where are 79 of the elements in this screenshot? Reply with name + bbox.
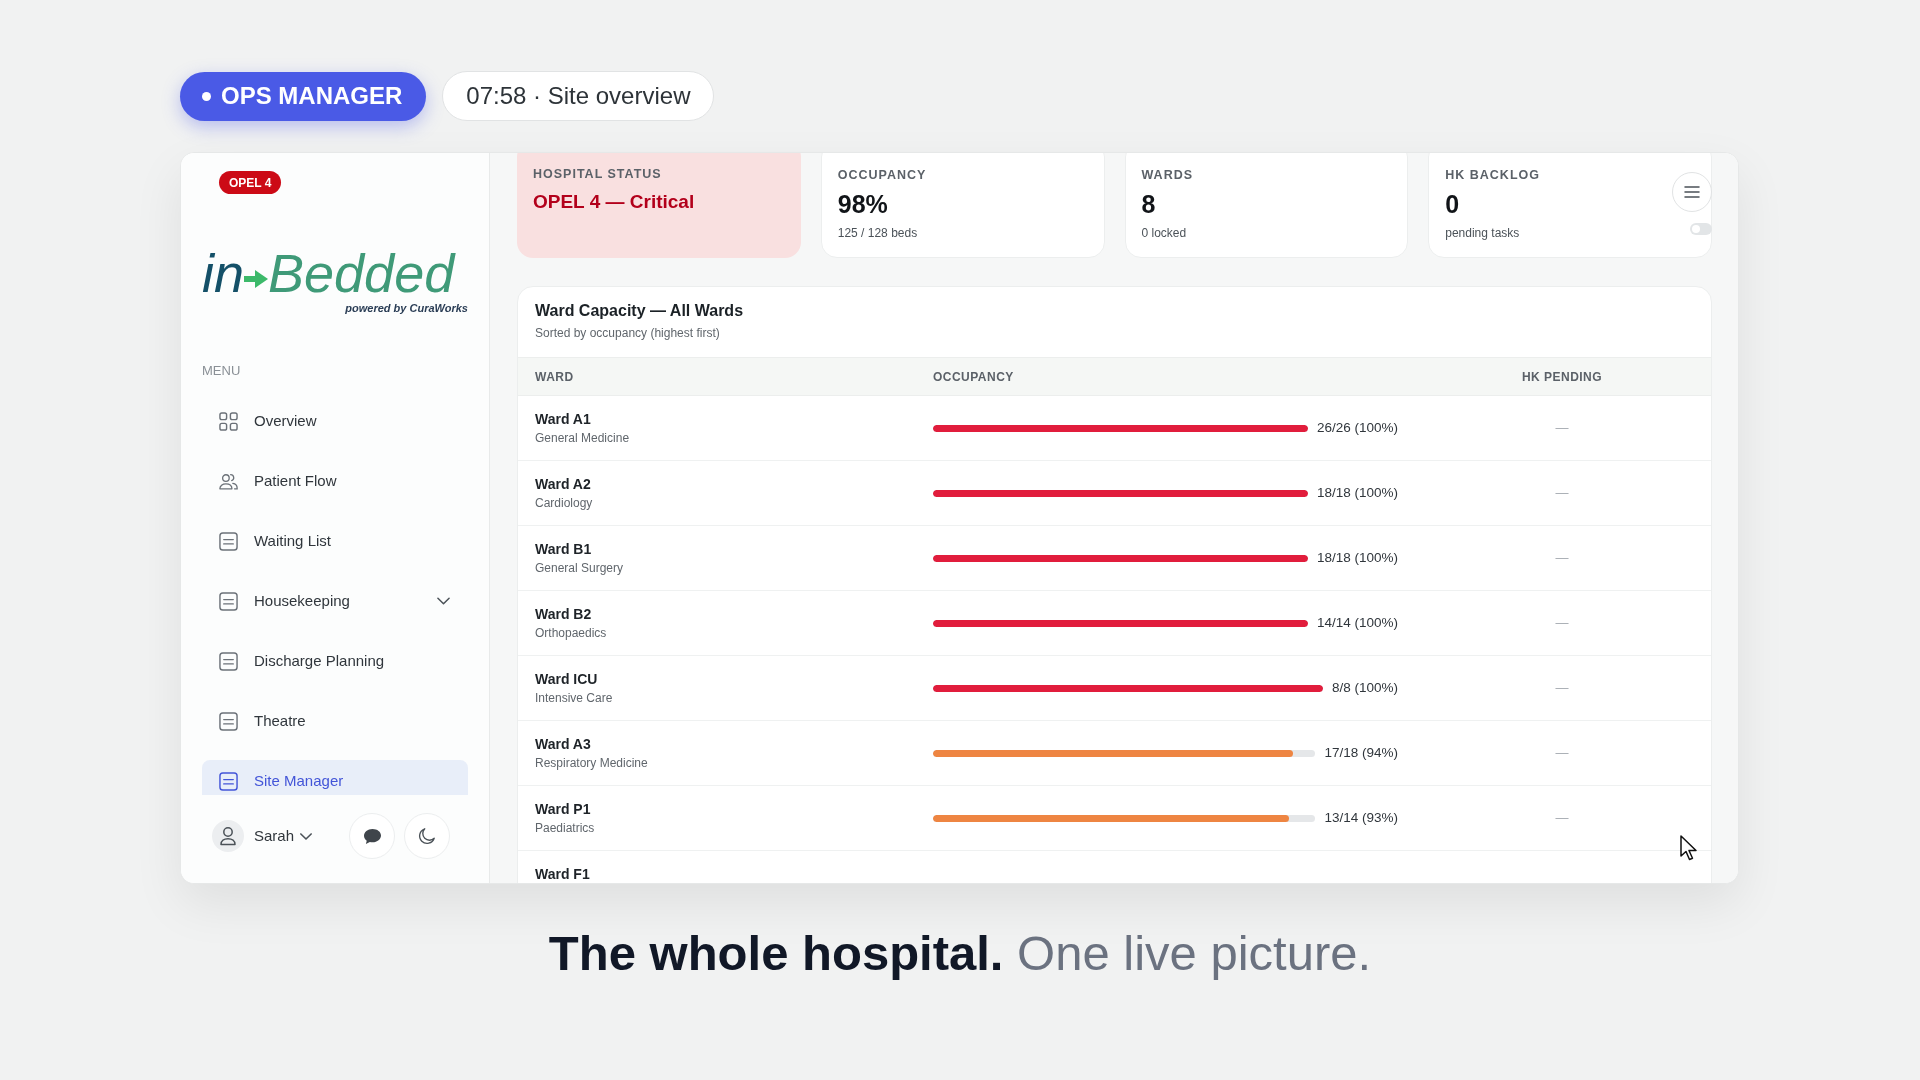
ward-department: Intensive Care	[535, 690, 614, 706]
hk-pending-value: —	[1554, 549, 1570, 568]
menu-heading: MENU	[202, 363, 242, 379]
chat-bubble-icon	[362, 827, 382, 845]
occupancy-reading: 18/18 (100%)	[1316, 548, 1398, 567]
nav-item[interactable]: Discharge Planning	[202, 640, 468, 682]
stat-label: WARDS	[1141, 167, 1194, 183]
hk-pending-value: —	[1554, 679, 1570, 698]
toggle-switch[interactable]	[1690, 223, 1712, 235]
nav-item[interactable]: Housekeeping	[202, 580, 468, 622]
tagline: The whole hospital. One live picture.	[548, 925, 1372, 982]
occupancy-reading: 14/14 (100%)	[1316, 613, 1398, 632]
user-menu-button[interactable]: Sarah	[254, 824, 313, 848]
ward-department: Respiratory Medicine	[535, 755, 649, 771]
ward-department: Paediatrics	[535, 820, 596, 836]
chat-button[interactable]	[349, 813, 396, 859]
document-icon	[219, 651, 238, 671]
chevron-down-icon	[300, 832, 313, 840]
ward-name: Ward A2	[535, 475, 592, 493]
hk-pending-value: —	[1554, 744, 1570, 763]
nav-item[interactable]: Theatre	[202, 700, 468, 742]
avatar-icon	[212, 820, 244, 852]
theme-button[interactable]	[404, 813, 451, 859]
nav-item[interactable]: Overview	[202, 400, 468, 442]
hk-pending-value: —	[1554, 419, 1570, 438]
status-badge: OPEL 4	[219, 171, 282, 194]
logo-text: in	[202, 245, 245, 301]
time-label: 07:58 · Site overview	[442, 71, 715, 121]
stat-label: HK BACKLOG	[1445, 167, 1540, 183]
logo-text: Bedded	[268, 245, 455, 301]
stat-detail: 0 locked	[1141, 225, 1187, 241]
cursor-icon	[1680, 835, 1698, 861]
occupancy-reading: 8/8 (100%)	[1331, 678, 1398, 697]
occupancy-reading: 17/18 (94%)	[1324, 743, 1398, 762]
stat-value: 98%	[837, 189, 888, 219]
ward-name: Ward F1	[535, 865, 591, 883]
ward-name: Ward B1	[535, 540, 593, 558]
stat-label: OCCUPANCY	[837, 167, 927, 183]
ward-name: Ward A1	[535, 410, 592, 428]
nav-item[interactable]: Waiting List	[202, 520, 468, 562]
stat-detail: pending tasks	[1445, 225, 1520, 241]
column-header: WARD	[535, 368, 575, 386]
document-icon	[219, 591, 238, 611]
ward-name: Ward ICU	[535, 670, 599, 688]
stat-value: 8	[1141, 189, 1156, 219]
nav-item[interactable]: Site Manager	[202, 760, 468, 795]
stat-label: HOSPITAL STATUS	[533, 166, 662, 182]
occupancy-reading: 13/14 (93%)	[1324, 808, 1398, 827]
column-header: HK PENDING	[1520, 368, 1604, 386]
document-icon	[219, 531, 238, 551]
nav-item[interactable]: Patient Flow	[202, 460, 468, 502]
hk-pending-value: —	[1554, 809, 1570, 828]
ward-department: Orthopaedics	[535, 625, 608, 641]
ward-name: Ward A3	[535, 735, 592, 753]
ward-department: General Surgery	[535, 560, 625, 576]
document-icon	[219, 771, 238, 791]
hk-pending-value: —	[1554, 484, 1570, 503]
ward-name: Ward B2	[535, 605, 593, 623]
arrow-icon	[244, 270, 269, 288]
chevron-down-icon	[437, 597, 450, 605]
moon-icon	[418, 827, 437, 845]
grid-icon	[219, 411, 238, 431]
ward-department: Cardiology	[535, 495, 594, 511]
table-subtitle: Sorted by occupancy (highest first)	[534, 325, 721, 341]
table-title: Ward Capacity — All Wards	[534, 301, 745, 321]
stat-detail: 125 / 128 beds	[837, 225, 918, 241]
occupancy-reading: 18/18 (100%)	[1316, 483, 1398, 502]
role-label: OPS MANAGER	[221, 82, 403, 110]
occupancy-reading: 26/26 (100%)	[1316, 418, 1398, 437]
ward-department: General Medicine	[535, 430, 631, 446]
people-icon	[219, 471, 238, 491]
column-header: OCCUPANCY	[933, 368, 1015, 386]
logo-tagline: powered by CuraWorks	[345, 301, 468, 315]
stat-value: 0	[1445, 189, 1460, 219]
menu-icon	[1684, 186, 1700, 198]
hk-pending-value: —	[1554, 614, 1570, 633]
document-icon	[219, 711, 238, 731]
stat-value: OPEL 4 — Critical	[533, 190, 695, 214]
ward-name: Ward P1	[535, 800, 592, 818]
